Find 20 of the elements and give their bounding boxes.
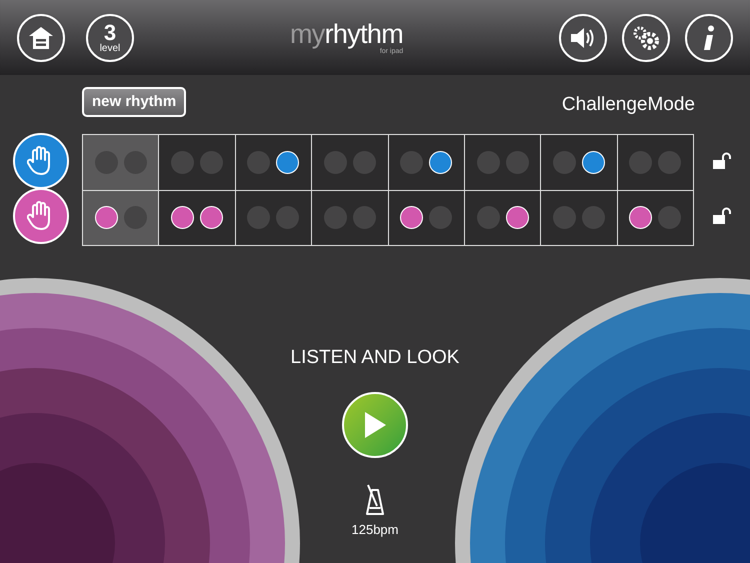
settings-button[interactable] [622,14,670,62]
app-logo: myrhythm [290,20,404,48]
step-cell[interactable] [83,190,158,244]
home-icon [28,26,54,50]
tempo-label: 125bpm [352,521,398,539]
step-cell[interactable] [83,134,158,190]
info-button[interactable] [685,14,733,62]
settings-icon [632,24,660,50]
open-lock-icon[interactable] [712,152,732,170]
home-button[interactable] [17,14,65,62]
metronome-icon[interactable] [365,484,385,516]
sound-button[interactable] [559,14,607,62]
play-icon [363,411,387,439]
prompt-text: LISTEN AND LOOK [290,346,460,370]
mode-label: ChallengeMode [562,93,695,117]
new-rhythm-button[interactable]: new rhythm [82,87,186,118]
speaker-icon [570,26,596,48]
info-icon [703,24,715,50]
open-lock-icon[interactable] [712,207,732,225]
level-button[interactable]: 3 level [86,14,134,62]
